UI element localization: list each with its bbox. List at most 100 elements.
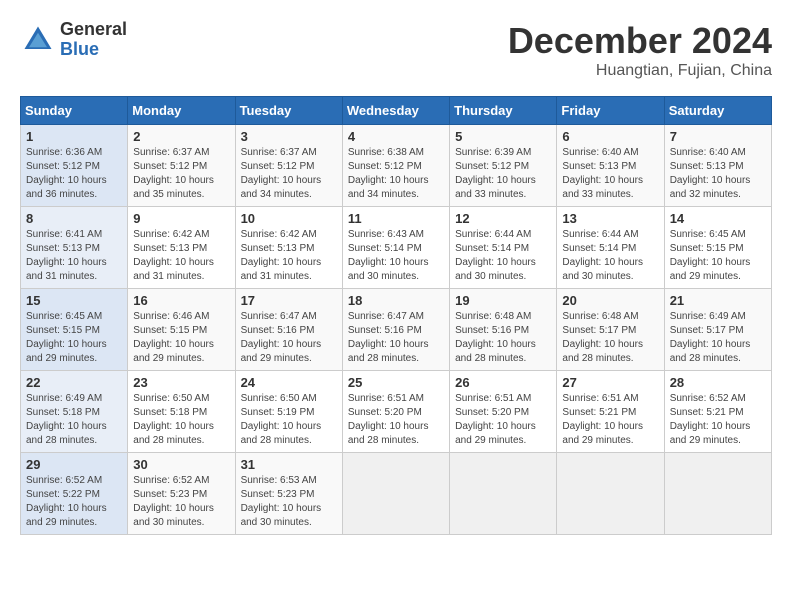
day-info: Sunrise: 6:53 AM Sunset: 5:23 PM Dayligh…: [241, 474, 337, 530]
calendar-cell: 9Sunrise: 6:42 AM Sunset: 5:13 PM Daylig…: [128, 207, 235, 289]
day-info: Sunrise: 6:45 AM Sunset: 5:15 PM Dayligh…: [26, 310, 122, 366]
logo-blue-text: Blue: [60, 40, 127, 60]
weekday-header: Monday: [128, 97, 235, 125]
day-number: 18: [348, 293, 444, 308]
calendar-subtitle: Huangtian, Fujian, China: [508, 62, 772, 80]
day-number: 30: [133, 457, 229, 472]
day-number: 4: [348, 129, 444, 144]
day-info: Sunrise: 6:45 AM Sunset: 5:15 PM Dayligh…: [670, 228, 766, 284]
day-info: Sunrise: 6:41 AM Sunset: 5:13 PM Dayligh…: [26, 228, 122, 284]
day-number: 25: [348, 375, 444, 390]
day-number: 5: [455, 129, 551, 144]
day-number: 13: [562, 211, 658, 226]
calendar-cell: 29 Sunrise: 6:52 AM Sunset: 5:22 PM Dayli…: [21, 453, 128, 535]
day-info: Sunrise: 6:44 AM Sunset: 5:14 PM Dayligh…: [562, 228, 658, 284]
calendar-cell: 25Sunrise: 6:51 AM Sunset: 5:20 PM Dayli…: [342, 371, 449, 453]
day-number: 1: [26, 129, 122, 144]
day-number: 10: [241, 211, 337, 226]
calendar-cell: 14 Sunrise: 6:45 AM Sunset: 5:15 PM Dayli…: [664, 207, 771, 289]
calendar-cell: 18 Sunrise: 6:47 AM Sunset: 5:16 PM Dayli…: [342, 289, 449, 371]
calendar-week-row: 8 Sunrise: 6:41 AM Sunset: 5:13 PM Daylig…: [21, 207, 772, 289]
day-info: Sunrise: 6:47 AM Sunset: 5:16 PM Dayligh…: [348, 310, 444, 366]
calendar-cell: 10Sunrise: 6:42 AM Sunset: 5:13 PM Dayli…: [235, 207, 342, 289]
logo-icon: [20, 22, 56, 58]
calendar-cell: 21 Sunrise: 6:49 AM Sunset: 5:17 PM Dayli…: [664, 289, 771, 371]
calendar-table: SundayMondayTuesdayWednesdayThursdayFrid…: [20, 96, 772, 535]
calendar-cell: 30 Sunrise: 6:52 AM Sunset: 5:23 PM Dayli…: [128, 453, 235, 535]
day-number: 29: [26, 457, 122, 472]
day-number: 20: [562, 293, 658, 308]
calendar-cell: 11 Sunrise: 6:43 AM Sunset: 5:14 PM Dayli…: [342, 207, 449, 289]
weekday-header: Friday: [557, 97, 664, 125]
calendar-cell: [450, 453, 557, 535]
day-info: Sunrise: 6:49 AM Sunset: 5:18 PM Dayligh…: [26, 392, 122, 448]
calendar-cell: [342, 453, 449, 535]
day-number: 16: [133, 293, 229, 308]
day-info: Sunrise: 6:52 AM Sunset: 5:22 PM Dayligh…: [26, 474, 122, 530]
calendar-cell: [664, 453, 771, 535]
day-info: Sunrise: 6:43 AM Sunset: 5:14 PM Dayligh…: [348, 228, 444, 284]
logo: General Blue: [20, 20, 127, 60]
calendar-week-row: 15 Sunrise: 6:45 AM Sunset: 5:15 PM Dayli…: [21, 289, 772, 371]
day-number: 24: [241, 375, 337, 390]
title-block: December 2024 Huangtian, Fujian, China: [508, 20, 772, 80]
calendar-cell: 3 Sunrise: 6:37 AM Sunset: 5:12 PM Daylig…: [235, 125, 342, 207]
day-number: 28: [670, 375, 766, 390]
calendar-cell: 13 Sunrise: 6:44 AM Sunset: 5:14 PM Dayli…: [557, 207, 664, 289]
day-number: 14: [670, 211, 766, 226]
day-number: 22: [26, 375, 122, 390]
day-number: 11: [348, 211, 444, 226]
calendar-week-row: 29 Sunrise: 6:52 AM Sunset: 5:22 PM Dayli…: [21, 453, 772, 535]
day-info: Sunrise: 6:49 AM Sunset: 5:17 PM Dayligh…: [670, 310, 766, 366]
calendar-cell: 16 Sunrise: 6:46 AM Sunset: 5:15 PM Dayli…: [128, 289, 235, 371]
day-info: Sunrise: 6:46 AM Sunset: 5:15 PM Dayligh…: [133, 310, 229, 366]
calendar-cell: 8 Sunrise: 6:41 AM Sunset: 5:13 PM Daylig…: [21, 207, 128, 289]
day-number: 15: [26, 293, 122, 308]
calendar-header: SundayMondayTuesdayWednesdayThursdayFrid…: [21, 97, 772, 125]
calendar-title: December 2024: [508, 20, 772, 62]
day-info: Sunrise: 6:40 AM Sunset: 5:13 PM Dayligh…: [670, 146, 766, 202]
weekday-row: SundayMondayTuesdayWednesdayThursdayFrid…: [21, 97, 772, 125]
calendar-cell: 6Sunrise: 6:40 AM Sunset: 5:13 PM Daylig…: [557, 125, 664, 207]
page-header: General Blue December 2024 Huangtian, Fu…: [20, 20, 772, 80]
day-number: 23: [133, 375, 229, 390]
weekday-header: Sunday: [21, 97, 128, 125]
day-info: Sunrise: 6:36 AM Sunset: 5:12 PM Dayligh…: [26, 146, 122, 202]
day-info: Sunrise: 6:52 AM Sunset: 5:21 PM Dayligh…: [670, 392, 766, 448]
day-number: 12: [455, 211, 551, 226]
day-info: Sunrise: 6:51 AM Sunset: 5:21 PM Dayligh…: [562, 392, 658, 448]
day-info: Sunrise: 6:40 AM Sunset: 5:13 PM Dayligh…: [562, 146, 658, 202]
day-number: 3: [241, 129, 337, 144]
day-number: 8: [26, 211, 122, 226]
day-info: Sunrise: 6:37 AM Sunset: 5:12 PM Dayligh…: [241, 146, 337, 202]
day-info: Sunrise: 6:44 AM Sunset: 5:14 PM Dayligh…: [455, 228, 551, 284]
calendar-cell: 28 Sunrise: 6:52 AM Sunset: 5:21 PM Dayli…: [664, 371, 771, 453]
day-number: 9: [133, 211, 229, 226]
day-number: 31: [241, 457, 337, 472]
day-number: 17: [241, 293, 337, 308]
day-number: 21: [670, 293, 766, 308]
day-info: Sunrise: 6:39 AM Sunset: 5:12 PM Dayligh…: [455, 146, 551, 202]
calendar-cell: 19Sunrise: 6:48 AM Sunset: 5:16 PM Dayli…: [450, 289, 557, 371]
day-info: Sunrise: 6:51 AM Sunset: 5:20 PM Dayligh…: [455, 392, 551, 448]
day-number: 27: [562, 375, 658, 390]
calendar-cell: 7 Sunrise: 6:40 AM Sunset: 5:13 PM Daylig…: [664, 125, 771, 207]
calendar-cell: 27 Sunrise: 6:51 AM Sunset: 5:21 PM Dayli…: [557, 371, 664, 453]
day-info: Sunrise: 6:47 AM Sunset: 5:16 PM Dayligh…: [241, 310, 337, 366]
calendar-cell: 23 Sunrise: 6:50 AM Sunset: 5:18 PM Dayli…: [128, 371, 235, 453]
weekday-header: Tuesday: [235, 97, 342, 125]
calendar-week-row: 22 Sunrise: 6:49 AM Sunset: 5:18 PM Dayli…: [21, 371, 772, 453]
day-info: Sunrise: 6:38 AM Sunset: 5:12 PM Dayligh…: [348, 146, 444, 202]
calendar-cell: 31 Sunrise: 6:53 AM Sunset: 5:23 PM Dayli…: [235, 453, 342, 535]
day-info: Sunrise: 6:52 AM Sunset: 5:23 PM Dayligh…: [133, 474, 229, 530]
calendar-cell: 2Sunrise: 6:37 AM Sunset: 5:12 PM Daylig…: [128, 125, 235, 207]
calendar-cell: 24Sunrise: 6:50 AM Sunset: 5:19 PM Dayli…: [235, 371, 342, 453]
day-number: 26: [455, 375, 551, 390]
weekday-header: Wednesday: [342, 97, 449, 125]
calendar-cell: 17 Sunrise: 6:47 AM Sunset: 5:16 PM Dayli…: [235, 289, 342, 371]
day-number: 7: [670, 129, 766, 144]
weekday-header: Saturday: [664, 97, 771, 125]
calendar-cell: 12 Sunrise: 6:44 AM Sunset: 5:14 PM Dayli…: [450, 207, 557, 289]
day-info: Sunrise: 6:50 AM Sunset: 5:18 PM Dayligh…: [133, 392, 229, 448]
calendar-body: 1 Sunrise: 6:36 AM Sunset: 5:12 PM Daylig…: [21, 125, 772, 535]
